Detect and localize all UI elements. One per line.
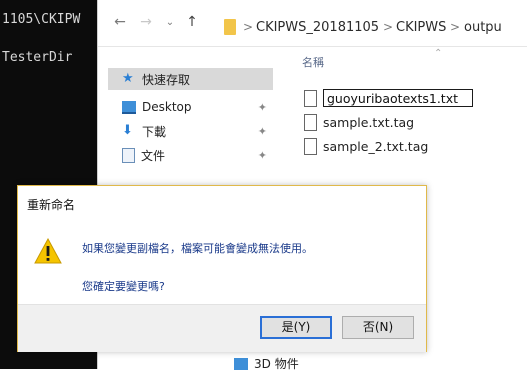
nav-item-downloads[interactable]: ⬇ 下載 ✦ xyxy=(108,120,273,142)
file-row-renaming[interactable] xyxy=(304,88,473,108)
no-button[interactable]: 否(N) xyxy=(342,316,414,339)
yes-button[interactable]: 是(Y) xyxy=(260,316,332,339)
folder-icon xyxy=(224,19,236,35)
rename-warning-dialog: 重新命名 如果您變更副檔名，檔案可能會變成無法使用。 您確定要變更嗎? 是(Y)… xyxy=(17,185,427,352)
file-name: sample.txt.tag xyxy=(323,114,415,130)
pin-icon[interactable]: ✦ xyxy=(258,149,267,162)
star-icon: ★ xyxy=(122,71,134,86)
file-row[interactable]: sample_2.txt.tag xyxy=(304,136,428,156)
text-file-icon xyxy=(304,89,317,107)
breadcrumb-separator: > xyxy=(243,20,254,34)
3d-objects-icon xyxy=(234,357,248,370)
address-bar: ← → ⌄ ↑ > CKIPWS_20181105 > CKIPWS > out… xyxy=(98,0,527,47)
rename-input[interactable] xyxy=(323,89,473,107)
console-line-path: 1105\CKIPW xyxy=(2,12,81,27)
nav-item-label: 文件 xyxy=(141,148,166,163)
breadcrumb-item[interactable]: CKIPWS xyxy=(396,20,446,35)
up-arrow-icon[interactable]: ↑ xyxy=(184,14,200,30)
nav-item-label: Desktop xyxy=(142,100,192,114)
pin-icon[interactable]: ✦ xyxy=(258,125,267,138)
dialog-button-bar: 是(Y) 否(N) xyxy=(18,304,426,352)
chevron-down-icon[interactable]: ⌄ xyxy=(162,17,178,28)
column-header-name[interactable]: 名稱 xyxy=(302,54,324,70)
warning-icon xyxy=(34,238,62,264)
breadcrumb-item[interactable]: outpu xyxy=(464,20,502,35)
download-folder-icon: ⬇ xyxy=(122,123,133,138)
file-row[interactable]: sample.txt.tag xyxy=(304,112,414,132)
nav-item-documents[interactable]: 文件 ✦ xyxy=(108,144,273,166)
pin-icon[interactable]: ✦ xyxy=(258,101,267,114)
breadcrumb-item[interactable]: CKIPWS_20181105 xyxy=(256,20,379,35)
nav-item-label: 下載 xyxy=(142,124,167,139)
nav-item-label: 快速存取 xyxy=(142,72,191,87)
dialog-question: 您確定要變更嗎? xyxy=(82,280,165,293)
console-line-dir: TesterDir xyxy=(2,50,73,65)
dialog-title: 重新命名 xyxy=(27,198,76,212)
file-icon xyxy=(304,137,317,155)
breadcrumb-separator: > xyxy=(450,20,461,34)
forward-arrow-icon[interactable]: → xyxy=(138,14,154,30)
sort-caret-icon: ⌃ xyxy=(434,48,443,59)
nav-item-label: 3D 物件 xyxy=(254,357,299,371)
file-icon xyxy=(304,113,317,131)
file-list: 名稱 ⌃ sample.txt.tag sample_2.txt.tag xyxy=(294,46,527,186)
file-name: sample_2.txt.tag xyxy=(323,138,429,154)
dialog-message: 如果您變更副檔名，檔案可能會變成無法使用。 xyxy=(82,242,313,255)
desktop-folder-icon xyxy=(122,100,136,114)
breadcrumb-separator: > xyxy=(383,20,394,34)
nav-item-3d-objects[interactable]: 3D 物件 xyxy=(234,355,299,372)
back-arrow-icon[interactable]: ← xyxy=(112,14,128,30)
nav-item-quick-access[interactable]: ★ 快速存取 xyxy=(108,68,273,90)
nav-item-desktop[interactable]: Desktop ✦ xyxy=(108,96,273,118)
documents-folder-icon xyxy=(122,147,135,163)
